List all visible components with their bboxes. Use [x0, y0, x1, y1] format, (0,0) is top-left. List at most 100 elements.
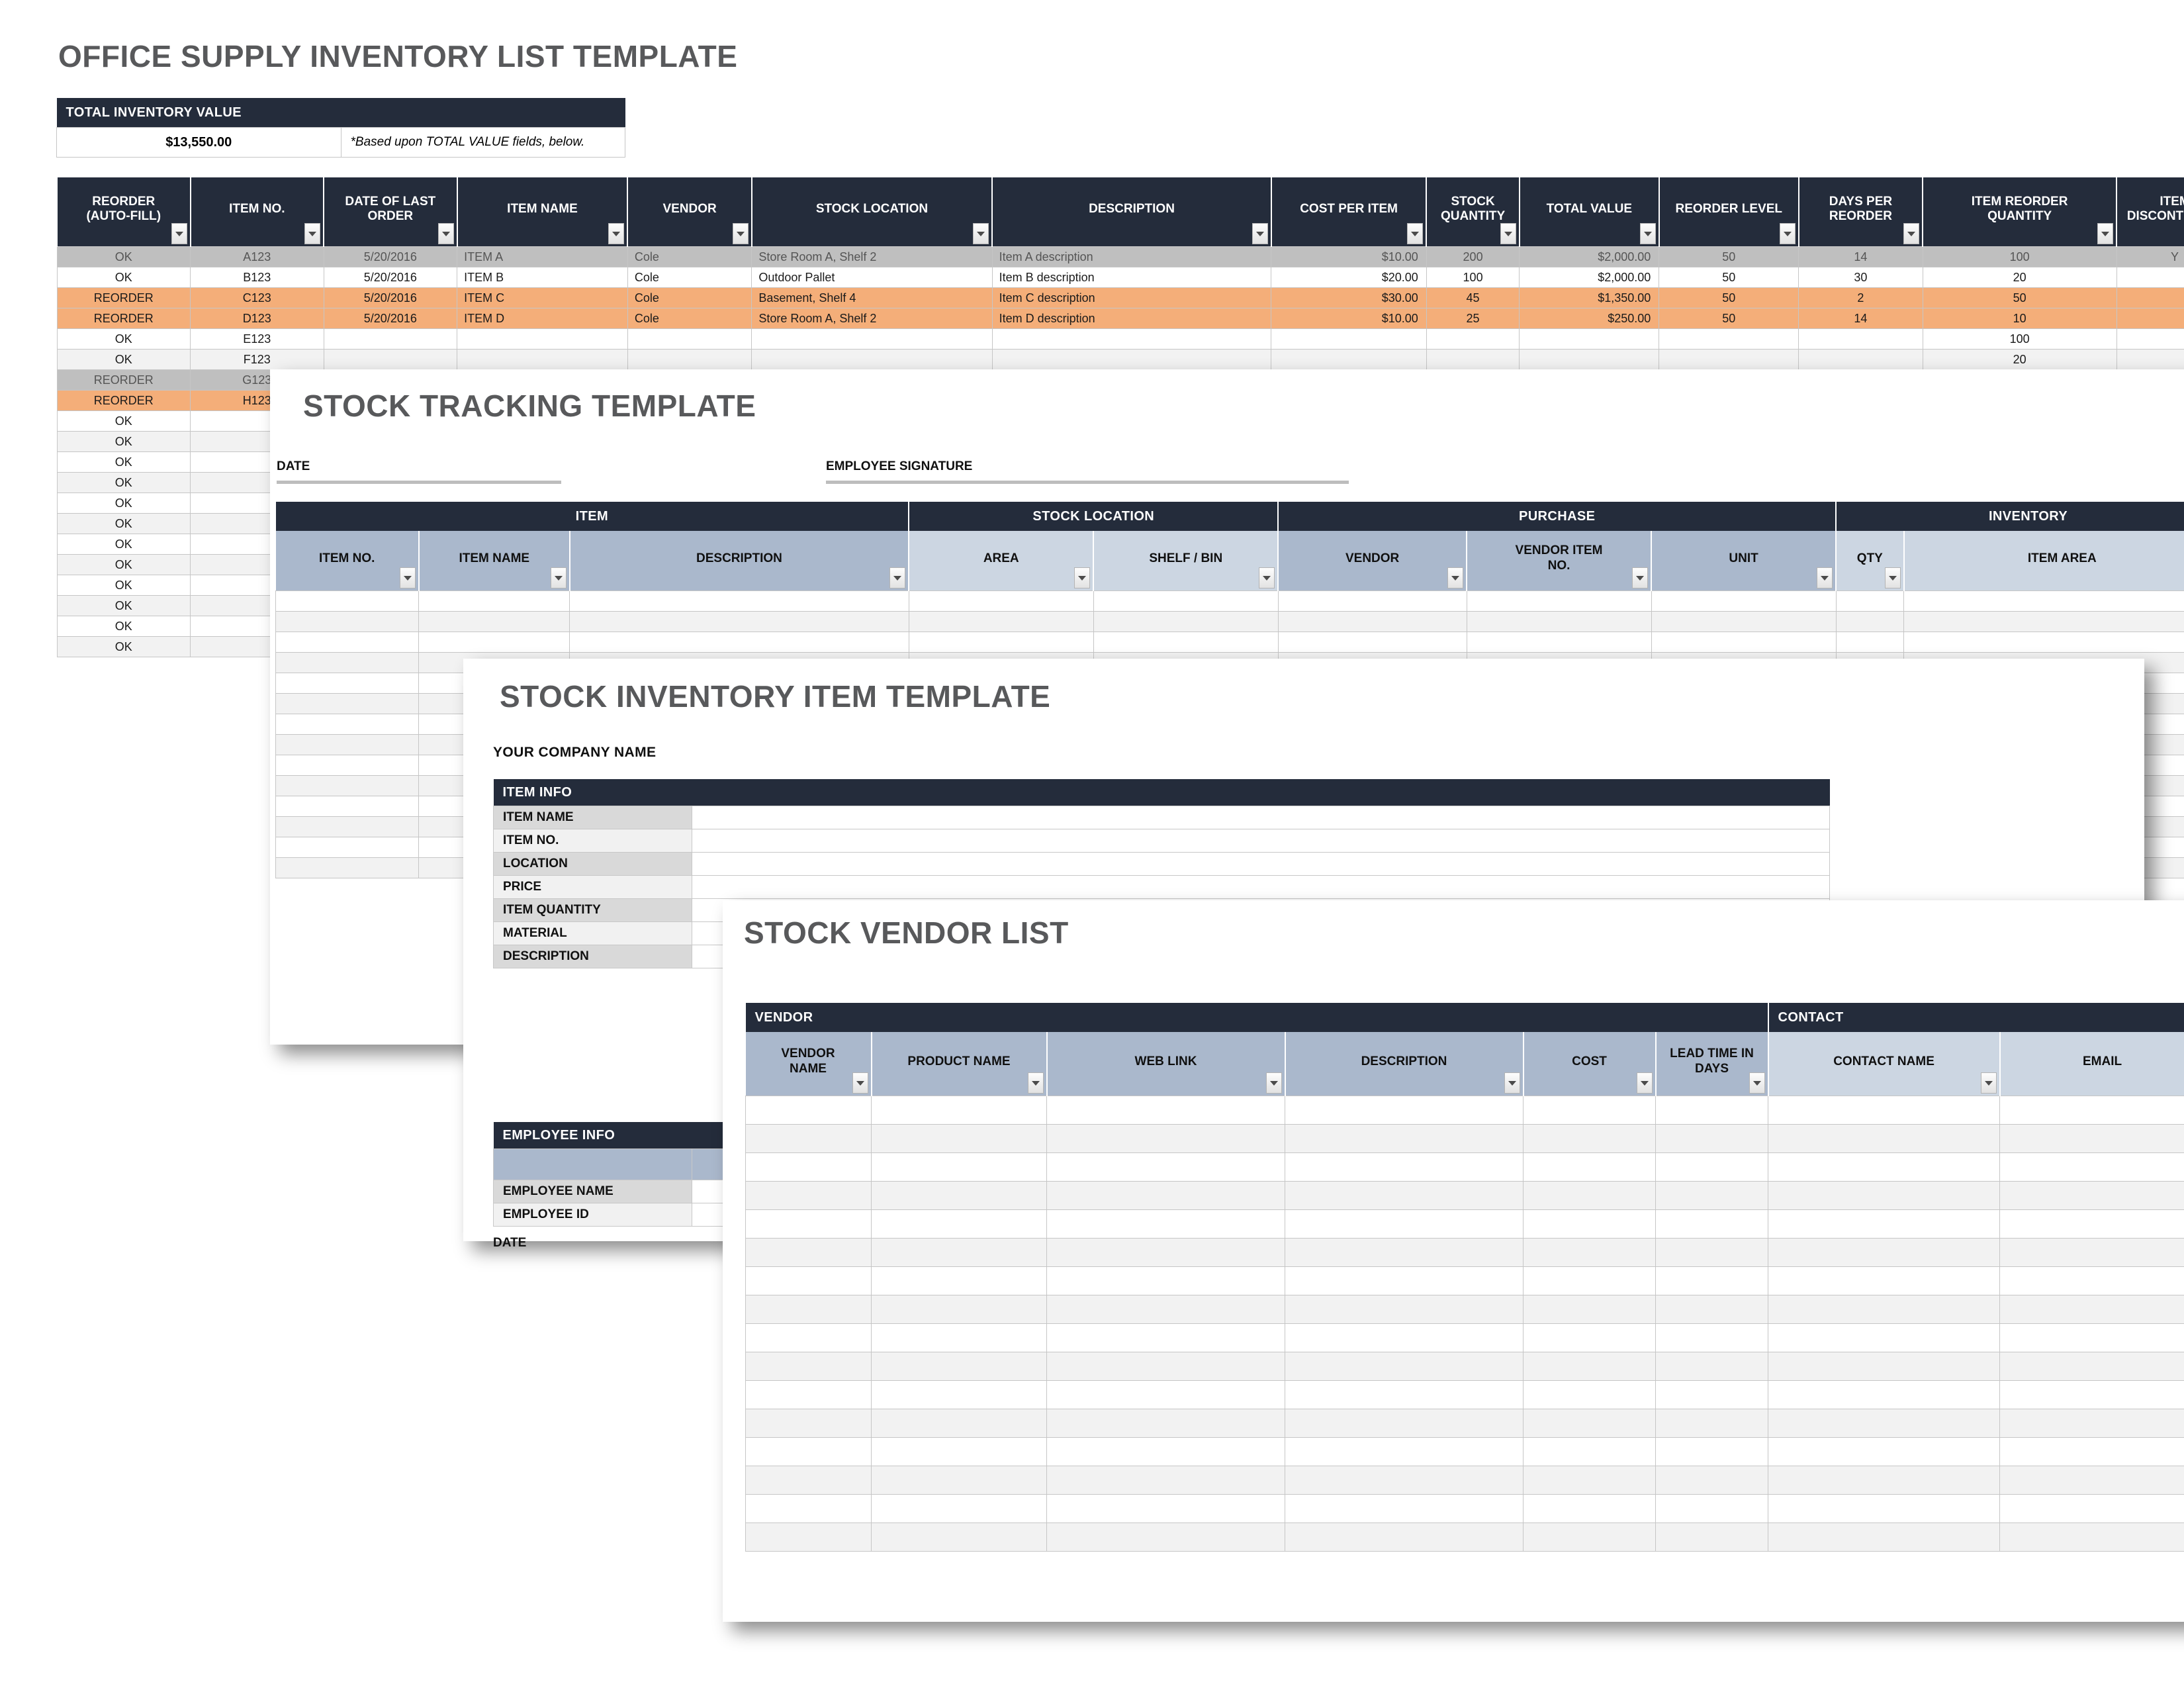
table-cell[interactable]	[1903, 590, 2184, 612]
table-cell[interactable]: REORDER	[56, 308, 191, 329]
table-cell[interactable]	[1655, 1152, 1769, 1182]
table-row[interactable]: REORDER D123 5/20/2016 ITEM D Cole Store Room…	[56, 308, 2184, 329]
table-cell[interactable]	[1285, 1152, 1524, 1182]
table-row[interactable]	[745, 1238, 2184, 1267]
table-cell[interactable]: $10.00	[1271, 308, 1427, 329]
table-cell[interactable]	[1999, 1380, 2184, 1409]
table-cell[interactable]	[1523, 1096, 1656, 1125]
table-cell[interactable]	[1523, 1437, 1656, 1466]
table-cell[interactable]	[745, 1209, 872, 1239]
table-cell[interactable]	[1999, 1437, 2184, 1466]
table-cell[interactable]	[1285, 1209, 1524, 1239]
table-cell[interactable]	[1523, 1209, 1656, 1239]
table-cell[interactable]	[1466, 632, 1652, 653]
table-cell[interactable]	[1835, 611, 1905, 632]
table-cell[interactable]	[1655, 1209, 1769, 1239]
table-cell[interactable]	[1999, 1152, 2184, 1182]
table-cell[interactable]: OK	[56, 246, 191, 267]
table-cell[interactable]	[1046, 1124, 1285, 1153]
employee-signature-underline[interactable]	[826, 481, 1349, 484]
table-cell[interactable]	[1999, 1466, 2184, 1495]
table-cell[interactable]: $1,350.00	[1519, 287, 1660, 308]
table-cell[interactable]	[1046, 1238, 1285, 1267]
table-row[interactable]	[745, 1266, 2184, 1295]
table-cell[interactable]	[275, 652, 420, 673]
filter-dropdown-icon[interactable]	[1407, 223, 1424, 244]
date-input-underline[interactable]	[277, 481, 561, 484]
table-cell[interactable]	[871, 1380, 1047, 1409]
filter-dropdown-icon[interactable]	[1500, 223, 1516, 244]
filter-dropdown-icon[interactable]	[973, 223, 989, 244]
table-cell[interactable]	[1466, 590, 1652, 612]
table-row[interactable]	[745, 1352, 2184, 1381]
table-cell[interactable]	[1835, 632, 1905, 653]
table-cell[interactable]: B123	[190, 267, 324, 288]
table-cell[interactable]	[1523, 1352, 1656, 1381]
table-cell[interactable]	[1768, 1323, 2001, 1352]
table-cell[interactable]	[275, 775, 420, 796]
table-cell[interactable]: ITEM D	[457, 308, 628, 329]
table-cell[interactable]	[751, 349, 993, 370]
table-cell[interactable]	[418, 590, 570, 612]
table-cell[interactable]	[275, 632, 420, 653]
filter-dropdown-icon[interactable]	[2097, 223, 2114, 244]
table-cell[interactable]	[1655, 1409, 1769, 1438]
table-row[interactable]	[275, 590, 2184, 612]
table-cell[interactable]	[1046, 1209, 1285, 1239]
table-cell[interactable]	[871, 1295, 1047, 1324]
filter-dropdown-icon[interactable]	[1749, 1072, 1765, 1094]
table-cell[interactable]	[275, 734, 420, 755]
table-cell[interactable]	[1523, 1266, 1656, 1295]
filter-dropdown-icon[interactable]	[732, 223, 749, 244]
filter-dropdown-icon[interactable]	[171, 223, 187, 244]
table-cell[interactable]	[1046, 1352, 1285, 1381]
table-cell[interactable]: 20	[1922, 349, 2117, 370]
table-cell[interactable]	[569, 632, 909, 653]
table-cell[interactable]	[1768, 1466, 2001, 1495]
table-cell[interactable]	[1768, 1437, 2001, 1466]
table-cell[interactable]: 30	[1798, 267, 1923, 288]
table-cell[interactable]	[1999, 1409, 2184, 1438]
table-cell[interactable]	[871, 1181, 1047, 1210]
table-cell[interactable]: REORDER	[56, 287, 191, 308]
table-cell[interactable]: Store Room A, Shelf 2	[751, 308, 993, 329]
table-cell[interactable]	[1093, 611, 1279, 632]
table-cell[interactable]: OK	[56, 349, 191, 370]
table-cell[interactable]	[627, 349, 752, 370]
table-cell[interactable]	[871, 1409, 1047, 1438]
table-cell[interactable]	[745, 1323, 872, 1352]
filter-dropdown-icon[interactable]	[608, 223, 625, 244]
table-cell[interactable]	[1277, 632, 1467, 653]
table-cell[interactable]	[2116, 267, 2184, 288]
table-cell[interactable]	[908, 590, 1094, 612]
table-row[interactable]	[745, 1323, 2184, 1352]
filter-dropdown-icon[interactable]	[1903, 223, 1920, 244]
field-row[interactable]: ITEM NAME	[493, 806, 1830, 829]
table-cell[interactable]	[1523, 1124, 1656, 1153]
table-cell[interactable]	[745, 1181, 872, 1210]
table-cell[interactable]	[1523, 1295, 1656, 1324]
table-cell[interactable]: 20	[1922, 267, 2117, 288]
table-cell[interactable]	[745, 1152, 872, 1182]
filter-dropdown-icon[interactable]	[1027, 1072, 1044, 1094]
table-cell[interactable]: ITEM C	[457, 287, 628, 308]
table-cell[interactable]	[1655, 1238, 1769, 1267]
table-cell[interactable]	[1046, 1523, 1285, 1552]
table-cell[interactable]: 200	[1426, 246, 1520, 267]
table-cell[interactable]: OK	[56, 451, 191, 473]
table-cell[interactable]: ITEM A	[457, 246, 628, 267]
table-cell[interactable]	[1285, 1238, 1524, 1267]
table-cell[interactable]: OK	[56, 328, 191, 350]
table-cell[interactable]: REORDER	[56, 390, 191, 411]
table-cell[interactable]	[1999, 1266, 2184, 1295]
table-cell[interactable]	[1655, 1380, 1769, 1409]
table-cell[interactable]: $10.00	[1271, 246, 1427, 267]
table-cell[interactable]: 50	[1659, 287, 1799, 308]
table-cell[interactable]	[1655, 1096, 1769, 1125]
field-value-input[interactable]	[692, 875, 1830, 899]
table-cell[interactable]	[1768, 1124, 2001, 1153]
table-cell[interactable]	[627, 328, 752, 350]
table-cell[interactable]	[1768, 1523, 2001, 1552]
table-row[interactable]	[745, 1409, 2184, 1438]
table-cell[interactable]	[418, 611, 570, 632]
